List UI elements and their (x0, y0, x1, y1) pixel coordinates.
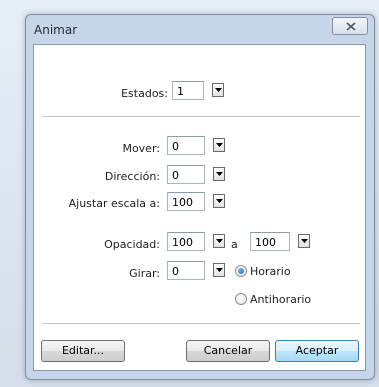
opacity-from-dropdown-button[interactable] (213, 234, 225, 248)
chevron-down-icon (216, 143, 223, 147)
direction-label: Dirección: (104, 170, 160, 183)
states-dropdown-button[interactable] (212, 83, 224, 97)
rotate-input[interactable]: 0 (167, 261, 205, 280)
opacity-from-input[interactable]: 100 (167, 232, 205, 251)
window-title: Animar (34, 23, 78, 37)
move-label: Mover: (122, 142, 160, 155)
close-icon (346, 22, 356, 31)
accept-button[interactable]: Aceptar (275, 340, 359, 362)
dialog-content: Estados: 1 Mover: 0 Dirección: 0 Ajustar… (33, 44, 366, 371)
direction-input[interactable]: 0 (167, 165, 205, 184)
rotate-dropdown-button[interactable] (213, 263, 225, 277)
rotate-label: Girar: (129, 267, 160, 280)
title-bar[interactable]: Animar (26, 15, 374, 45)
move-input[interactable]: 0 (167, 136, 205, 155)
edit-button[interactable]: Editar... (41, 340, 125, 362)
states-input[interactable]: 1 (172, 81, 204, 100)
separator-top (42, 116, 360, 117)
close-button[interactable] (332, 17, 368, 35)
opacity-connector: a (231, 238, 238, 251)
opacity-label: Opacidad: (104, 238, 160, 251)
radio-clockwise[interactable] (235, 265, 247, 277)
chevron-down-icon (216, 239, 223, 243)
states-label: Estados: (121, 87, 168, 100)
direction-dropdown-button[interactable] (213, 167, 225, 181)
scale-dropdown-button[interactable] (213, 194, 225, 208)
opacity-to-dropdown-button[interactable] (298, 234, 310, 248)
chevron-down-icon (215, 88, 222, 92)
radio-counterclockwise[interactable] (235, 293, 247, 305)
chevron-down-icon (301, 239, 308, 243)
animar-dialog: Animar Estados: 1 Mover: 0 Dirección: 0 … (25, 14, 375, 380)
separator-bottom (42, 323, 360, 324)
opacity-to-input[interactable]: 100 (250, 232, 290, 251)
chevron-down-icon (216, 268, 223, 272)
radio-counterclockwise-label[interactable]: Antihorario (250, 293, 311, 306)
chevron-down-icon (216, 199, 223, 203)
move-dropdown-button[interactable] (213, 138, 225, 152)
radio-clockwise-label[interactable]: Horario (250, 265, 291, 278)
chevron-down-icon (216, 172, 223, 176)
scale-label: Ajustar escala a: (68, 197, 160, 210)
scale-input[interactable]: 100 (167, 192, 205, 211)
cancel-button[interactable]: Cancelar (186, 340, 270, 362)
radio-selected-dot (238, 268, 244, 274)
